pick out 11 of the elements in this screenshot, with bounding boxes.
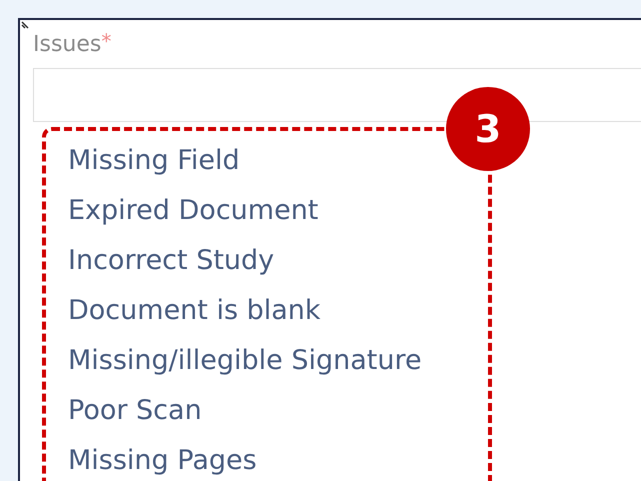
dropdown-option[interactable]: Expired Document xyxy=(68,194,318,228)
dropdown-option[interactable]: Missing/illegible Signature xyxy=(68,344,422,378)
required-mark: * xyxy=(101,28,112,54)
dropdown-option[interactable]: Incorrect Study xyxy=(68,244,274,278)
field-label: Issues xyxy=(33,31,102,59)
dropdown-option[interactable]: Missing Pages xyxy=(68,444,257,478)
dropdown-option[interactable]: Missing Field xyxy=(68,144,240,178)
resize-handle-icon xyxy=(21,21,29,29)
callout-number-badge: 3 xyxy=(446,87,530,171)
dropdown-option[interactable]: Poor Scan xyxy=(68,394,202,428)
dropdown-option[interactable]: Document is blank xyxy=(68,294,321,328)
